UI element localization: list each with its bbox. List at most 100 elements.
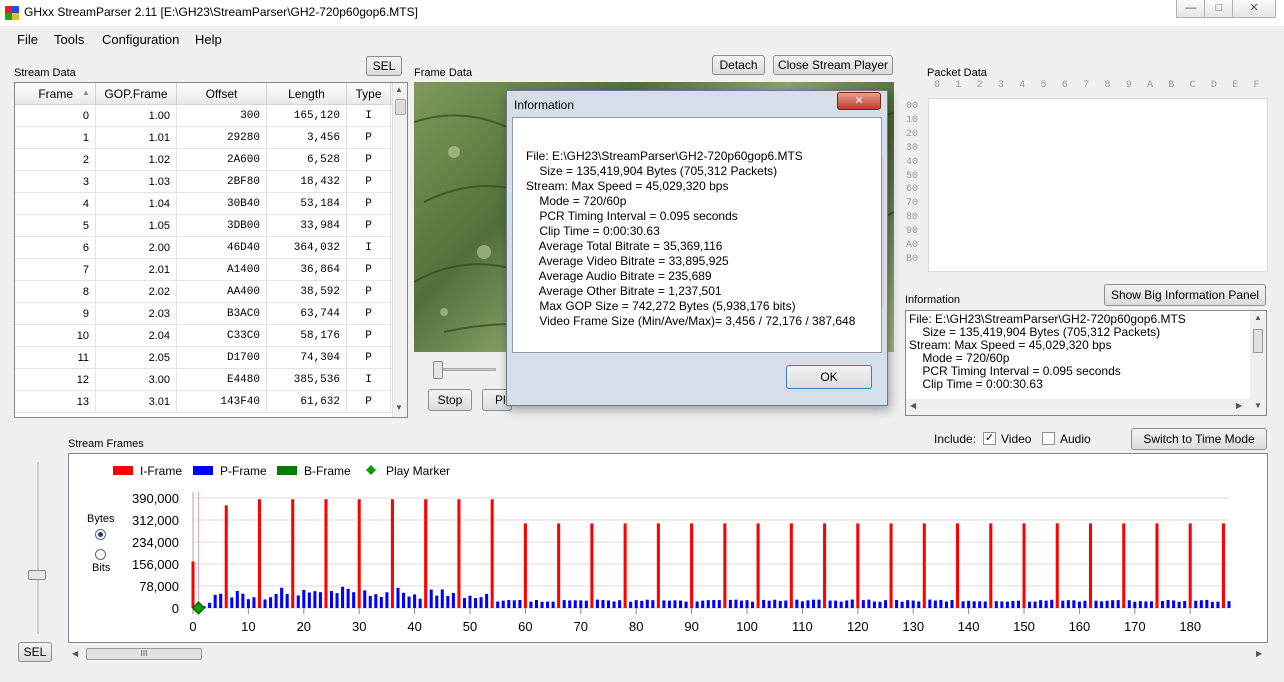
- p-frame-bar: [767, 600, 771, 608]
- info-line: Stream: Max Speed = 45,029,320 bps: [909, 338, 1112, 352]
- p-frame-bar: [906, 600, 910, 608]
- table-row[interactable]: 1 1.01 29280 3,456 P: [15, 127, 395, 149]
- col-length[interactable]: Length: [267, 83, 347, 105]
- p-frame-bar: [606, 600, 611, 608]
- maximize-button[interactable]: □: [1204, 0, 1234, 18]
- video-checkbox-label: Video: [1001, 432, 1032, 446]
- p-frame-bar: [778, 601, 782, 608]
- sort-asc-icon: ▲: [82, 88, 90, 97]
- info-hscrollbar[interactable]: ◀ ▶: [906, 399, 1250, 415]
- sel-button-top[interactable]: SEL: [366, 56, 402, 76]
- menu-help[interactable]: Help: [195, 32, 222, 47]
- hex-row-label: 30: [906, 142, 919, 154]
- table-cell: 1.05: [96, 215, 177, 237]
- hscroll-thumb[interactable]: III: [86, 648, 202, 660]
- zoom-slider[interactable]: [28, 462, 48, 634]
- detach-button[interactable]: Detach: [712, 55, 765, 75]
- table-row[interactable]: 4 1.04 30B40 53,184 P: [15, 193, 395, 215]
- hscroll-left-icon[interactable]: ◀: [72, 649, 78, 658]
- frame-slider-thumb[interactable]: [433, 361, 443, 379]
- zoom-slider-thumb[interactable]: [28, 570, 46, 580]
- table-row[interactable]: 2 1.02 2A600 6,528 P: [15, 149, 395, 171]
- scroll-up-icon[interactable]: ▲: [395, 85, 403, 94]
- scroll-down-icon[interactable]: ▼: [395, 403, 403, 412]
- p-frame-bar: [501, 600, 505, 608]
- p-frame-bar: [318, 592, 322, 608]
- show-big-information-panel-button[interactable]: Show Big Information Panel: [1104, 284, 1266, 306]
- table-row[interactable]: 5 1.05 3DB00 33,984 P: [15, 215, 395, 237]
- p-frame-bar: [634, 600, 638, 608]
- play-marker-icon: [366, 465, 376, 475]
- sel-button-bottom[interactable]: SEL: [18, 642, 52, 662]
- p-frame-bar: [307, 592, 311, 608]
- table-cell: I: [347, 105, 391, 127]
- switch-to-time-mode-button[interactable]: Switch to Time Mode: [1131, 428, 1267, 450]
- menu-file[interactable]: File: [17, 32, 38, 47]
- legend-label: B-Frame: [304, 464, 351, 478]
- info-scroll-thumb[interactable]: [1253, 329, 1263, 353]
- bytes-radio[interactable]: [95, 529, 106, 540]
- p-frame-bar: [1044, 600, 1048, 608]
- table-cell: P: [347, 127, 391, 149]
- info-scroll-up-icon[interactable]: ▲: [1254, 313, 1262, 322]
- dialog-close-button[interactable]: ✕: [837, 92, 881, 110]
- i-frame-bar: [224, 505, 228, 608]
- col-offset[interactable]: Offset: [177, 83, 267, 105]
- stop-button[interactable]: Stop: [428, 389, 472, 411]
- dialog-ok-button[interactable]: OK: [786, 365, 872, 389]
- table-row[interactable]: 0 1.00 300 165,120 I: [15, 105, 395, 127]
- bytes-radio-dot: [98, 532, 103, 537]
- table-row[interactable]: 8 2.02 AA400 38,592 P: [15, 281, 395, 303]
- table-row[interactable]: 10 2.04 C33C0 58,176 P: [15, 325, 395, 347]
- info-scroll-right-icon[interactable]: ▶: [1236, 401, 1242, 410]
- table-row[interactable]: 9 2.03 B3AC0 63,744 P: [15, 303, 395, 325]
- p-frame-bar: [612, 601, 616, 608]
- i-frame-bar: [1122, 523, 1126, 608]
- minimize-button[interactable]: —: [1176, 0, 1206, 18]
- menu-configuration[interactable]: Configuration: [102, 32, 179, 47]
- table-row[interactable]: 7 2.01 A1400 36,864 P: [15, 259, 395, 281]
- p-frame-bar: [983, 601, 987, 608]
- info-scroll-down-icon[interactable]: ▼: [1254, 401, 1262, 410]
- table-row[interactable]: 11 2.05 D1700 74,304 P: [15, 347, 395, 369]
- grid-vscrollbar[interactable]: ▲ ▼: [392, 83, 407, 417]
- p-frame-bar: [1205, 599, 1209, 608]
- info-vscrollbar[interactable]: ▲ ▼: [1250, 311, 1266, 415]
- stream-data-grid[interactable]: Frame ▲ GOP.Frame Offset Length Type 0 1.…: [14, 82, 408, 418]
- col-gop-frame[interactable]: GOP.Frame: [96, 83, 177, 105]
- hex-row-label: 40: [906, 156, 919, 168]
- y-tick-label: 156,000: [132, 557, 179, 572]
- hex-column-label: 7: [1083, 80, 1090, 91]
- frame-slider-track[interactable]: [436, 368, 496, 371]
- menubar: File Tools Configuration Help: [0, 28, 1284, 50]
- dialog-line: Stream: Max Speed = 45,029,320 bps: [526, 179, 729, 193]
- close-stream-player-button[interactable]: Close Stream Player: [773, 55, 893, 75]
- info-scroll-left-icon[interactable]: ◀: [910, 401, 916, 410]
- dialog-line: Average Video Bitrate = 33,895,925: [526, 254, 729, 268]
- chart-hscrollbar[interactable]: ◀ III ▶: [68, 646, 1268, 662]
- stream-frames-chart[interactable]: I-Frame P-Frame B-Frame Play Marker 390,000 3…: [68, 453, 1268, 643]
- video-checkbox[interactable]: ✓: [983, 432, 996, 445]
- stream-frames-label: Stream Frames: [68, 438, 144, 450]
- packet-data-area[interactable]: [928, 98, 1268, 272]
- table-row[interactable]: 6 2.00 46D40 364,032 I: [15, 237, 395, 259]
- close-window-button[interactable]: ✕: [1232, 0, 1276, 18]
- bits-radio[interactable]: [95, 549, 106, 560]
- table-row[interactable]: 13 3.01 143F40 61,632 P: [15, 391, 395, 413]
- p-frame-bar: [739, 600, 743, 608]
- grid-scroll-thumb[interactable]: [395, 99, 406, 115]
- information-textbox[interactable]: File: E:\GH23\StreamParser\GH2-720p60gop…: [905, 310, 1267, 416]
- table-cell: 2.01: [96, 259, 177, 281]
- table-row[interactable]: 3 1.03 2BF80 18,432 P: [15, 171, 395, 193]
- table-row[interactable]: 12 3.00 E4480 385,536 I: [15, 369, 395, 391]
- p-frame-bar: [263, 599, 267, 608]
- dialog-title: Information: [514, 98, 575, 112]
- bytes-label: Bytes: [87, 513, 115, 525]
- hscroll-right-icon[interactable]: ▶: [1256, 649, 1262, 658]
- y-tick-label: 78,000: [139, 579, 179, 594]
- table-cell: 1.00: [96, 105, 177, 127]
- p-frame-bar: [784, 600, 788, 608]
- col-type[interactable]: Type: [347, 83, 391, 105]
- audio-checkbox[interactable]: [1042, 432, 1055, 445]
- menu-tools[interactable]: Tools: [54, 32, 84, 47]
